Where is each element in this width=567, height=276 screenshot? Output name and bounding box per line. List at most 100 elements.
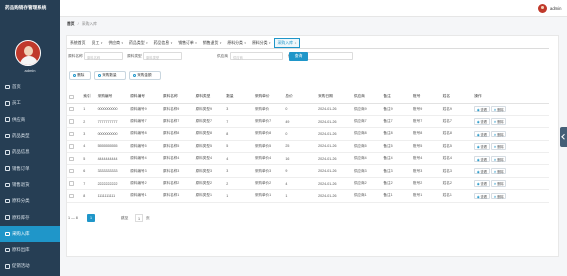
column-header[interactable]: 采购日期 [316,91,352,104]
material-name-input[interactable]: 原料名称 [84,52,123,60]
tab-home[interactable]: 系统首页 [67,38,89,48]
select-all-checkbox[interactable] [69,94,74,99]
row-delete-button[interactable]: ✕删除 [491,155,507,162]
tab-drug-type[interactable]: 药品类型 ▾ [126,38,151,48]
table-row[interactable]: 7 2222222222 原料编号2 原料名称2 原料类型2 2 采购单价2 4 2024-01… [67,177,549,191]
table-row[interactable]: 3 0000000000 原料编号8 原料名称8 原料类型8 8 采购单价8 0 2024-01… [67,127,549,141]
row-checkbox[interactable] [69,144,74,149]
row-delete-button[interactable]: ✕删除 [491,130,507,138]
column-header[interactable]: 姓名 [440,91,473,104]
table-row[interactable]: 6 3333333333 原料编号3 原料名称3 原料类型3 3 采购单价3 9 2024-01… [67,164,549,178]
sidebar-item-drug-info[interactable]: 药品信息 [0,144,60,160]
column-header[interactable]: 采购编号 [95,91,129,104]
table-row[interactable]: 2 7777777777 原料编号7 原料名称7 原料类型7 7 采购单价7 49 2024-0… [67,115,549,129]
supplier-input-2[interactable] [301,52,353,60]
folder-icon [5,198,10,204]
page-range[interactable]: 1 — 8 [68,214,78,222]
table-cell: 账号7 [411,115,441,129]
sidebar-item-staff[interactable]: 员工 [0,95,60,111]
table-cell: 0 [283,127,317,141]
row-actions: ◉查看 ✕删除 [472,115,549,129]
column-header[interactable]: 原料名称 [160,91,194,104]
tab-material-category-2[interactable]: 原料分类 ▾ [249,38,274,48]
sidebar-item-sales-order[interactable]: 销售订单 [0,160,60,176]
material-type-input[interactable]: 原料类型 [143,52,182,60]
row-delete-button[interactable]: ✕删除 [491,192,507,200]
row-select-cell[interactable] [67,115,82,129]
view-button[interactable]: ◉查看 [474,143,490,150]
tab-staff[interactable]: 员工 ▾ [89,38,106,48]
column-header[interactable]: 采购单价 [252,91,284,104]
supplier-select[interactable]: 供应商 [230,52,283,60]
column-header[interactable]: 供应商 [351,91,382,104]
delete-button[interactable]: 删除 [69,71,91,80]
row-checkbox[interactable] [69,106,74,112]
sidebar-item-home[interactable]: 首页 [0,79,60,95]
table-row[interactable]: 4 5555555555 原料编号5 原料名称5 原料类型5 5 采购单价5 25 2024-0… [67,140,549,154]
column-header[interactable]: 索引 [81,91,96,104]
view-button[interactable]: ◉查看 [474,155,490,162]
material-name-label: 原料名称 [68,54,83,58]
breadcrumb-home[interactable]: 首页 [67,22,75,26]
view-button[interactable]: ◉查看 [474,118,490,125]
sidebar-item-supplier[interactable]: 供应商 [0,112,60,128]
view-button[interactable]: ◉查看 [474,130,490,138]
purchase-amount-report-button[interactable]: 采购金额 [129,71,161,80]
table-row[interactable]: 1 0000000000 原料编号9 原料名称9 原料类型9 3 采购单价 0 2024-01-… [67,103,549,116]
column-header[interactable]: 总价 [283,91,317,104]
sidebar-item-material-category[interactable]: 原料分类 [0,193,60,209]
collapse-handle[interactable] [560,127,567,147]
row-checkbox[interactable] [69,168,74,174]
row-select-cell[interactable] [67,140,82,154]
sidebar-item-purchase-in[interactable]: 采购入库 [0,225,60,242]
tab-sales-order[interactable]: 销售订单 ▾ [175,38,200,48]
row-checkbox[interactable] [69,181,74,186]
view-button[interactable]: ◉查看 [474,105,490,113]
row-select-cell[interactable] [67,164,82,178]
row-checkbox[interactable] [69,131,74,137]
row-delete-button[interactable]: ✕删除 [491,143,507,150]
tab-sales-return[interactable]: 销售退货 ▾ [200,38,225,48]
search-button[interactable]: 查询 [289,52,308,61]
row-select-cell[interactable] [67,103,82,116]
view-button[interactable]: ◉查看 [474,167,490,175]
row-delete-button[interactable]: ✕删除 [491,118,507,125]
page-number-current[interactable]: 1 [87,214,95,222]
select-all-header[interactable] [67,91,82,104]
row-delete-button[interactable]: ✕删除 [491,105,507,113]
table-cell: 原料编号8 [128,127,161,141]
sidebar-item-material-out[interactable]: 原料出库 [0,242,60,258]
column-header[interactable]: 账号 [411,91,441,104]
sidebar-item-material-stock[interactable]: 原料库存 [0,209,60,225]
sidebar-item-drug-type[interactable]: 药品类型 [0,128,60,144]
tab-supplier[interactable]: 供应商 ▾ [105,38,126,48]
row-select-cell[interactable] [67,152,82,166]
row-delete-button[interactable]: ✕删除 [491,180,507,187]
column-header[interactable]: 备注 [381,91,412,104]
row-checkbox[interactable] [69,156,74,161]
user-avatar[interactable] [538,3,547,13]
view-button[interactable]: ◉查看 [474,192,490,200]
avatar[interactable] [15,40,41,66]
table-row[interactable]: 5 4444444444 原料编号4 原料名称4 原料类型4 4 采购单价4 16 2024-0… [67,152,549,166]
row-checkbox[interactable] [69,119,74,124]
sidebar-item-promotion[interactable]: 促销活动 [0,258,60,274]
table-row[interactable]: 8 1111111111 原料编号1 原料名称1 原料类型1 1 采购单价1 1 2024-01… [67,189,549,203]
column-header[interactable]: 数量 [224,91,253,104]
close-icon[interactable]: × [295,41,297,45]
tab-drug-info[interactable]: 药品信息 ▾ [151,38,176,48]
view-button[interactable]: ◉查看 [474,180,490,187]
row-delete-button[interactable]: ✕删除 [491,167,507,175]
row-select-cell[interactable] [67,177,82,191]
sidebar-item-sales-return[interactable]: 销售退货 [0,177,60,193]
row-checkbox[interactable] [69,193,74,199]
row-select-cell[interactable] [67,127,82,141]
page-jump-input[interactable]: 1 [135,214,143,222]
purchase-quantity-report-button[interactable]: 采购数量 [94,71,126,80]
row-select-cell[interactable] [67,189,82,203]
column-header[interactable]: 原料类型 [193,91,225,104]
column-header[interactable]: 原料编号 [128,91,161,104]
user-name[interactable]: admin [550,6,561,11]
tab-purchase-in[interactable]: 采购入库 × [273,38,301,48]
tab-material-category[interactable]: 原料分类 ▾ [224,38,249,48]
